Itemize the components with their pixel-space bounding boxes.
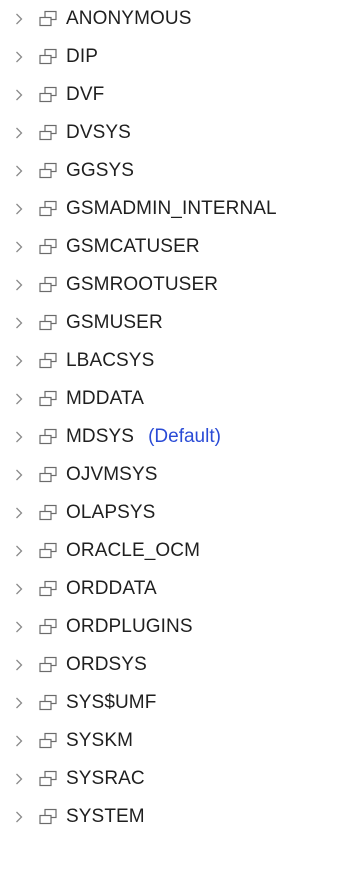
chevron-right-icon[interactable] [14,772,24,786]
chevron-right-icon[interactable] [14,202,24,216]
schema-tree: ANONYMOUS DIP DVF DVSYS GGSYS GSMADMIN_I… [0,0,363,876]
tree-row[interactable]: ORDSYS [0,646,363,684]
chevron-right-icon[interactable] [14,354,24,368]
tree-row-label: OJVMSYS [66,464,158,485]
tree-row-label: DIP [66,46,98,67]
tree-row[interactable]: ORDPLUGINS [0,608,363,646]
schema-icon [38,199,58,219]
tree-row[interactable]: SYS$UMF [0,684,363,722]
chevron-right-icon[interactable] [14,392,24,406]
tree-row-label: MDSYS [66,426,135,447]
tree-row-label: ANONYMOUS [66,8,192,29]
schema-icon [38,807,58,827]
schema-icon [38,275,58,295]
schema-icon [38,123,58,143]
schema-icon [38,237,58,257]
tree-row[interactable]: DVF [0,76,363,114]
schema-icon [38,769,58,789]
schema-icon [38,731,58,751]
tree-row-label: GSMADMIN_INTERNAL [66,198,277,219]
tree-row[interactable]: GSMROOTUSER [0,266,363,304]
chevron-right-icon[interactable] [14,126,24,140]
tree-row[interactable]: ANONYMOUS [0,0,363,38]
tree-row[interactable]: SYSKM [0,722,363,760]
tree-row[interactable]: GSMUSER [0,304,363,342]
schema-icon [38,351,58,371]
tree-row-label: DVSYS [66,122,131,143]
tree-row[interactable]: ORDDATA [0,570,363,608]
schema-icon [38,579,58,599]
chevron-right-icon[interactable] [14,316,24,330]
tree-row-label: DVF [66,84,105,105]
chevron-right-icon[interactable] [14,658,24,672]
schema-icon [38,427,58,447]
tree-row[interactable]: GSMADMIN_INTERNAL [0,190,363,228]
tree-row[interactable]: DIP [0,38,363,76]
tree-row-label: ORDSYS [66,654,147,675]
tree-row-label: LBACSYS [66,350,155,371]
chevron-right-icon[interactable] [14,430,24,444]
chevron-right-icon[interactable] [14,620,24,634]
tree-row-label: MDDATA [66,388,145,409]
chevron-right-icon[interactable] [14,50,24,64]
tree-row-label: OLAPSYS [66,502,156,523]
chevron-right-icon[interactable] [14,88,24,102]
chevron-right-icon[interactable] [14,696,24,710]
chevron-right-icon[interactable] [14,544,24,558]
chevron-right-icon[interactable] [14,468,24,482]
schema-icon [38,313,58,333]
tree-row[interactable]: DVSYS [0,114,363,152]
tree-row[interactable]: SYSRAC [0,760,363,798]
schema-icon [38,693,58,713]
schema-icon [38,465,58,485]
schema-icon [38,85,58,105]
default-badge: (Default) [148,426,221,447]
schema-icon [38,617,58,637]
tree-row[interactable]: ORACLE_OCM [0,532,363,570]
schema-icon [38,655,58,675]
tree-row-label: GGSYS [66,160,135,181]
schema-icon [38,503,58,523]
tree-row[interactable]: GGSYS [0,152,363,190]
chevron-right-icon[interactable] [14,506,24,520]
chevron-right-icon[interactable] [14,810,24,824]
tree-row-label: SYSKM [66,730,134,751]
tree-row-label: GSMUSER [66,312,163,333]
chevron-right-icon[interactable] [14,12,24,26]
chevron-right-icon[interactable] [14,582,24,596]
tree-row-label: ORACLE_OCM [66,540,201,561]
tree-row-label: SYSRAC [66,768,145,789]
chevron-right-icon[interactable] [14,278,24,292]
chevron-right-icon[interactable] [14,164,24,178]
schema-icon [38,389,58,409]
tree-row-label: SYSTEM [66,806,145,827]
tree-row-label: GSMCATUSER [66,236,200,257]
tree-row[interactable]: SYSTEM [0,798,363,836]
schema-icon [38,9,58,29]
tree-row[interactable]: GSMCATUSER [0,228,363,266]
tree-row[interactable]: OJVMSYS [0,456,363,494]
tree-row[interactable]: OLAPSYS [0,494,363,532]
schema-icon [38,47,58,67]
chevron-right-icon[interactable] [14,240,24,254]
schema-icon [38,161,58,181]
tree-row[interactable]: MDSYS (Default) [0,418,363,456]
tree-row[interactable]: MDDATA [0,380,363,418]
tree-row-label: ORDPLUGINS [66,616,193,637]
tree-row-label: ORDDATA [66,578,157,599]
chevron-right-icon[interactable] [14,734,24,748]
schema-icon [38,541,58,561]
tree-row-label: SYS$UMF [66,692,157,713]
tree-row-label: GSMROOTUSER [66,274,219,295]
tree-row[interactable]: LBACSYS [0,342,363,380]
